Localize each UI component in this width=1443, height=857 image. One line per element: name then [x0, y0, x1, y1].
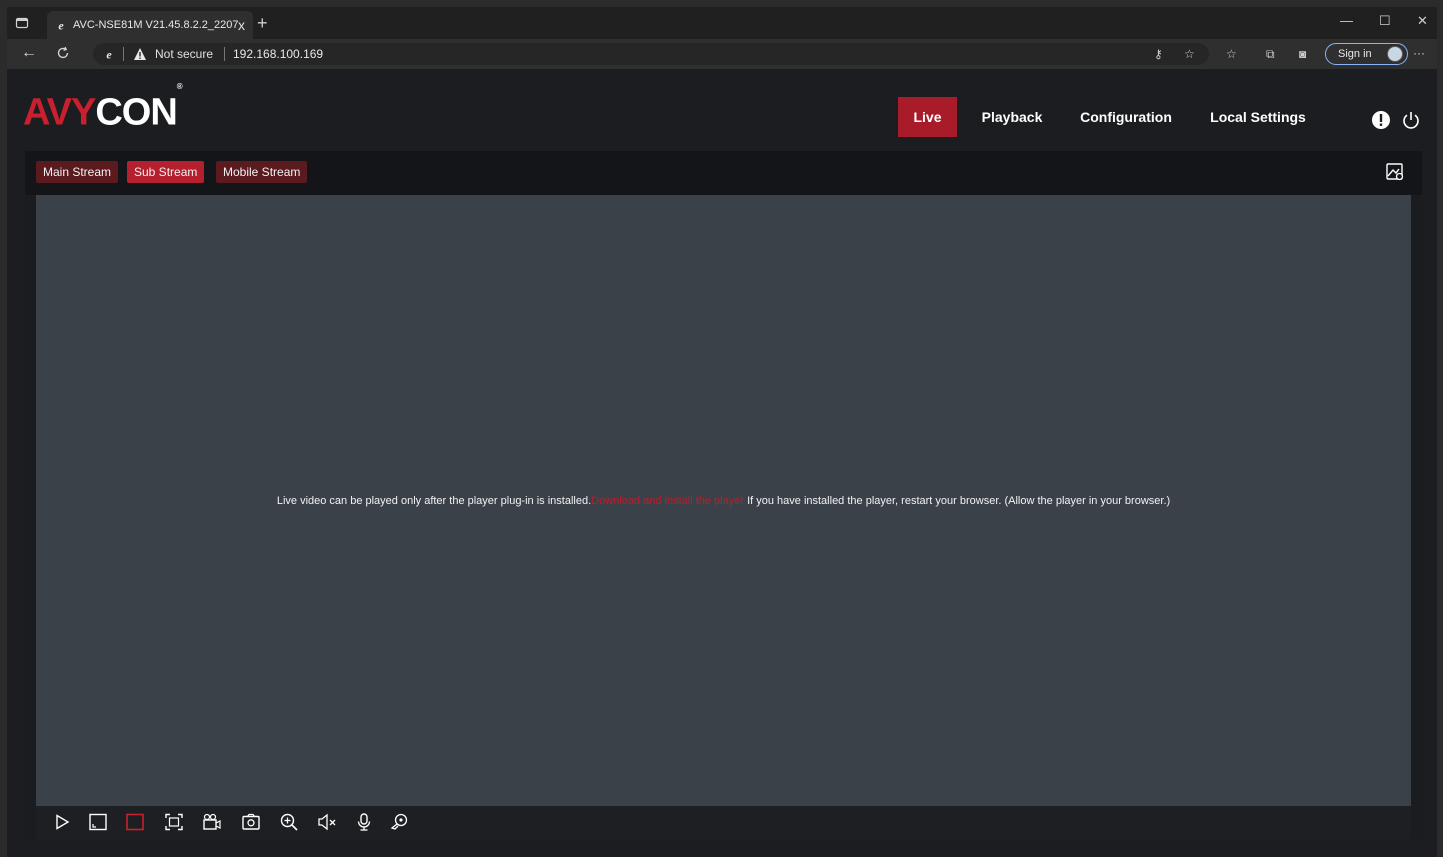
add-favorite-icon[interactable]: ☆: [1184, 47, 1195, 61]
new-tab-button[interactable]: +: [257, 13, 268, 33]
nav-configuration[interactable]: Configuration: [1073, 97, 1179, 137]
image-settings-icon[interactable]: [1385, 162, 1405, 182]
window-icon[interactable]: [88, 812, 108, 832]
download-player-link[interactable]: Download and install the player: [591, 495, 744, 507]
avatar: [1387, 46, 1403, 62]
stream-selector: Main Stream Sub Stream Mobile Stream: [25, 151, 1422, 195]
collections-icon[interactable]: ⧉: [1266, 47, 1275, 61]
live-view-panel: Main Stream Sub Stream Mobile Stream Liv…: [25, 151, 1422, 839]
close-window-button[interactable]: ✕: [1417, 13, 1428, 29]
url-field[interactable]: e Not secure 192.168.100.169: [93, 43, 1209, 65]
maximize-button[interactable]: ☐: [1379, 13, 1391, 29]
avycon-logo: AVYCON®: [23, 82, 183, 134]
divider: [123, 47, 124, 61]
record-box-icon[interactable]: [125, 812, 145, 832]
nav-playback[interactable]: Playback: [973, 97, 1051, 137]
nav-local-settings[interactable]: Local Settings: [1203, 97, 1313, 137]
web-app: AVYCON® Live Playback Configuration Loca…: [7, 69, 1437, 857]
not-secure-label[interactable]: Not secure: [155, 47, 213, 61]
view-3d-icon[interactable]: [390, 812, 410, 832]
back-arrow-icon[interactable]: ←: [21, 44, 37, 62]
power-icon[interactable]: [1401, 110, 1421, 130]
ie-mode-icon: e: [106, 48, 112, 60]
divider: [224, 47, 225, 61]
player-toolbar: [36, 806, 1411, 839]
video-player[interactable]: Live video can be played only after the …: [36, 195, 1411, 806]
mobile-stream-button[interactable]: Mobile Stream: [216, 161, 308, 183]
info-icon[interactable]: [1371, 110, 1391, 130]
main-stream-button[interactable]: Main Stream: [36, 161, 119, 183]
plugin-message-restart: If you have installed the player, restar…: [744, 495, 1171, 507]
zoom-in-icon[interactable]: [279, 812, 299, 832]
svg-text:e: e: [58, 19, 64, 31]
nav-live[interactable]: Live: [898, 97, 957, 137]
warning-icon[interactable]: [133, 47, 147, 61]
fullscreen-icon[interactable]: [164, 812, 184, 832]
refresh-icon[interactable]: [56, 46, 70, 60]
tab-actions-icon[interactable]: [15, 16, 29, 30]
sub-stream-button[interactable]: Sub Stream: [127, 161, 205, 183]
tab-title: AVC-NSE81M V21.45.8.2.2_2207: [73, 19, 239, 31]
minimize-button[interactable]: —: [1340, 13, 1353, 29]
snapshot-icon[interactable]: [241, 812, 261, 832]
sign-in-label: Sign in: [1338, 48, 1372, 60]
mute-icon[interactable]: [317, 812, 337, 832]
plugin-message: Live video can be played only after the …: [36, 494, 1411, 508]
tab-close-icon[interactable]: x: [238, 11, 245, 39]
sign-in-button[interactable]: Sign in: [1325, 43, 1408, 65]
svg-text:e: e: [106, 48, 112, 60]
ie-favicon-icon: e: [58, 19, 64, 31]
screen: e AVC-NSE81M V21.45.8.2.2_2207 x + — ☐ ✕…: [0, 0, 1443, 857]
favorites-icon[interactable]: ☆: [1226, 47, 1237, 61]
tab-bar: e AVC-NSE81M V21.45.8.2.2_2207 x + — ☐ ✕: [7, 7, 1437, 39]
microphone-icon[interactable]: [354, 812, 374, 832]
browser-window: e AVC-NSE81M V21.45.8.2.2_2207 x + — ☐ ✕…: [7, 7, 1437, 857]
url-text[interactable]: 192.168.100.169: [233, 47, 323, 61]
edge-icon[interactable]: ◙: [1299, 47, 1306, 61]
key-icon[interactable]: ⚷: [1154, 47, 1163, 61]
plugin-message-text: Live video can be played only after the …: [276, 495, 592, 507]
video-record-icon[interactable]: [202, 812, 222, 832]
browser-tab[interactable]: e AVC-NSE81M V21.45.8.2.2_2207 x: [47, 11, 253, 39]
play-icon[interactable]: [52, 812, 72, 832]
address-bar: ← e Not secure 192.168.100.169 ⚷ ☆ ☆ ⧉ ◙…: [7, 39, 1437, 69]
app-header: AVYCON® Live Playback Configuration Loca…: [7, 69, 1437, 144]
more-icon[interactable]: ···: [1413, 47, 1425, 59]
